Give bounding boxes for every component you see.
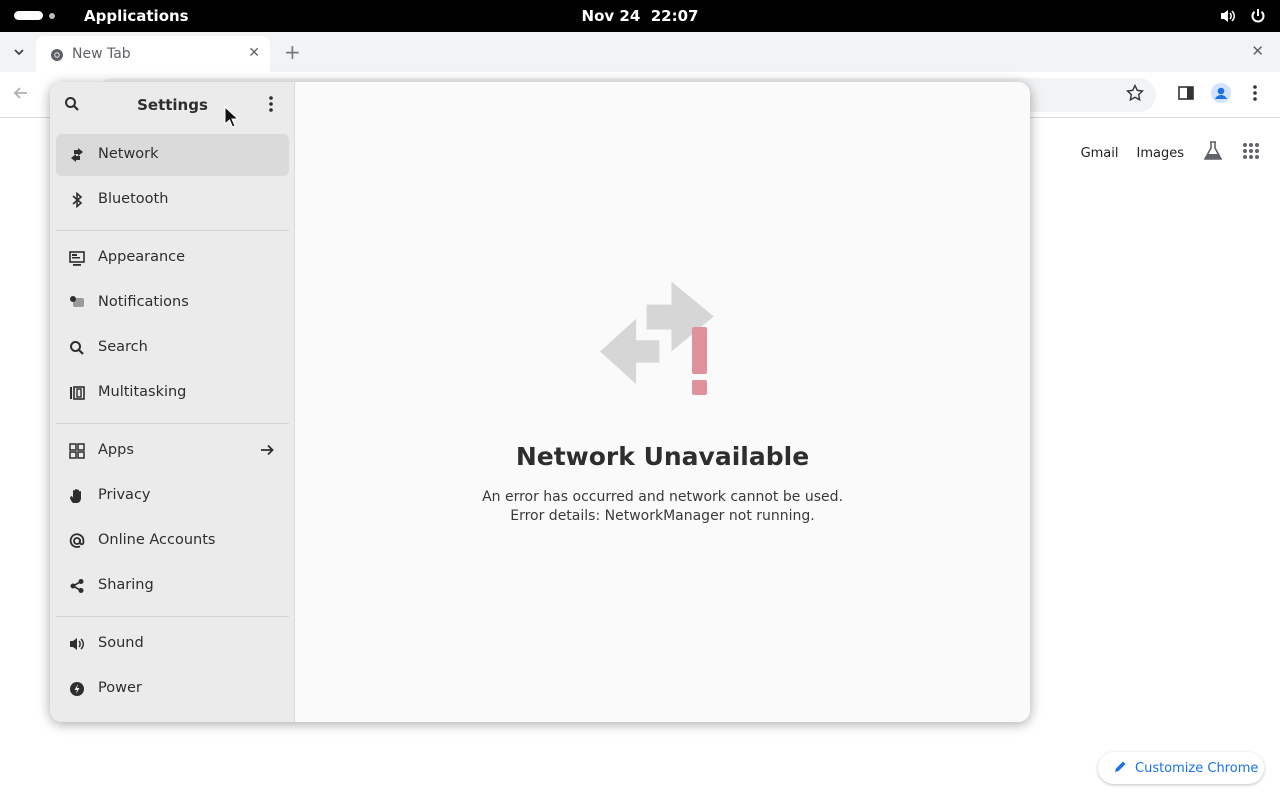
network-error-icon bbox=[600, 277, 724, 405]
clock-date: Nov 24 bbox=[581, 7, 641, 25]
settings-content: Network Unavailable An error has occurre… bbox=[295, 82, 1030, 722]
sound-icon bbox=[68, 635, 86, 653]
online-accounts-icon bbox=[68, 532, 86, 550]
sidebar-item-privacy[interactable]: Privacy bbox=[56, 475, 289, 517]
sidebar-separator bbox=[56, 230, 289, 231]
appearance-icon bbox=[68, 249, 86, 267]
sidebar-item-label: Apps bbox=[98, 442, 134, 458]
new-tab-button[interactable]: + bbox=[284, 40, 301, 64]
sidebar-header: Settings bbox=[50, 82, 295, 128]
bookmark-star-icon[interactable] bbox=[1125, 83, 1145, 106]
sidebar-item-label: Online Accounts bbox=[98, 532, 216, 548]
sidebar-item-label: Privacy bbox=[98, 487, 151, 503]
settings-title: Settings bbox=[137, 96, 208, 114]
bluetooth-icon bbox=[68, 191, 86, 209]
tab-new-tab[interactable]: New Tab ✕ bbox=[36, 36, 270, 72]
sidebar-separator bbox=[56, 616, 289, 617]
power-icon bbox=[68, 680, 86, 698]
mouse-cursor-icon bbox=[224, 105, 240, 132]
sidebar-item-sharing[interactable]: Sharing bbox=[56, 565, 289, 607]
back-icon[interactable] bbox=[12, 84, 30, 106]
network-icon bbox=[68, 146, 86, 164]
system-menu[interactable] bbox=[1220, 8, 1266, 28]
sidebar-item-label: Sound bbox=[98, 635, 144, 651]
arrow-right-icon bbox=[259, 442, 275, 462]
privacy-icon bbox=[68, 487, 86, 505]
status-title: Network Unavailable bbox=[515, 442, 810, 471]
close-window-icon[interactable]: ✕ bbox=[1251, 42, 1264, 60]
sidebar-item-label: Bluetooth bbox=[98, 191, 169, 207]
side-panel-icon[interactable] bbox=[1177, 84, 1195, 106]
activities-indicator[interactable] bbox=[14, 11, 55, 20]
sidebar-item-appearance[interactable]: Appearance bbox=[56, 237, 289, 279]
sidebar-item-apps[interactable]: Apps bbox=[56, 430, 289, 472]
kebab-menu-icon[interactable] bbox=[1252, 84, 1258, 106]
clock[interactable]: Nov 24 22:07 bbox=[560, 7, 720, 25]
clock-time: 22:07 bbox=[650, 7, 699, 25]
main-menu-icon[interactable] bbox=[267, 95, 275, 117]
pencil-icon bbox=[1114, 760, 1127, 777]
sidebar-item-label: Network bbox=[98, 146, 159, 162]
status-description-line: Error details: NetworkManager not runnin… bbox=[510, 508, 815, 524]
sidebar-item-label: Power bbox=[98, 680, 142, 696]
settings-sidebar: Settings Network Bluetooth Appearance No… bbox=[50, 82, 295, 722]
apps-icon bbox=[68, 442, 86, 460]
sidebar-item-label: Appearance bbox=[98, 249, 186, 265]
sidebar-item-label: Sharing bbox=[98, 577, 154, 593]
sidebar-item-label: Multitasking bbox=[98, 384, 187, 400]
tab-strip: New Tab ✕ + ✕ bbox=[0, 32, 1280, 72]
customize-chrome-label: Customize Chrome bbox=[1135, 760, 1259, 776]
search-icon bbox=[68, 339, 86, 357]
status-description: An error has occurred and network cannot… bbox=[295, 488, 1030, 526]
chrome-icon bbox=[50, 47, 64, 66]
volume-icon bbox=[1220, 8, 1236, 28]
sidebar-item-bluetooth[interactable]: Bluetooth bbox=[56, 179, 289, 221]
sidebar-item-notifications[interactable]: Notifications bbox=[56, 282, 289, 324]
google-apps-icon[interactable] bbox=[1242, 142, 1260, 164]
sidebar-item-multitasking[interactable]: Multitasking bbox=[56, 372, 289, 414]
images-link[interactable]: Images bbox=[1137, 146, 1185, 161]
sidebar-item-label: Search bbox=[98, 339, 148, 355]
settings-window: Settings Network Bluetooth Appearance No… bbox=[50, 82, 1030, 722]
customize-chrome-button[interactable]: Customize Chrome bbox=[1098, 752, 1264, 784]
sharing-icon bbox=[68, 577, 86, 595]
workspace-pill bbox=[14, 11, 43, 20]
sidebar-item-online-accounts[interactable]: Online Accounts bbox=[56, 520, 289, 562]
workspace-dot bbox=[49, 12, 55, 19]
sidebar-item-search[interactable]: Search bbox=[56, 327, 289, 369]
sidebar-item-power[interactable]: Power bbox=[56, 668, 289, 710]
sidebar-item-label: Notifications bbox=[98, 294, 189, 310]
power-icon bbox=[1250, 8, 1266, 28]
ntp-header-links: Gmail Images bbox=[1081, 140, 1260, 166]
applications-menu[interactable]: Applications bbox=[84, 7, 189, 25]
multitasking-icon bbox=[68, 384, 86, 402]
sidebar-item-network[interactable]: Network bbox=[56, 134, 289, 176]
notifications-icon bbox=[68, 294, 86, 312]
gmail-link[interactable]: Gmail bbox=[1081, 146, 1119, 161]
profile-avatar-icon[interactable] bbox=[1211, 83, 1231, 107]
close-tab-icon[interactable]: ✕ bbox=[248, 45, 260, 61]
chevron-down-icon bbox=[14, 49, 24, 56]
labs-flask-icon[interactable] bbox=[1202, 140, 1224, 166]
sidebar-separator bbox=[56, 423, 289, 424]
top-bar: Applications Nov 24 22:07 bbox=[0, 0, 1280, 32]
tab-title: New Tab bbox=[72, 46, 131, 62]
tab-search-button[interactable] bbox=[12, 44, 26, 63]
status-description-line: An error has occurred and network cannot… bbox=[482, 489, 843, 505]
sidebar-item-sound[interactable]: Sound bbox=[56, 623, 289, 665]
